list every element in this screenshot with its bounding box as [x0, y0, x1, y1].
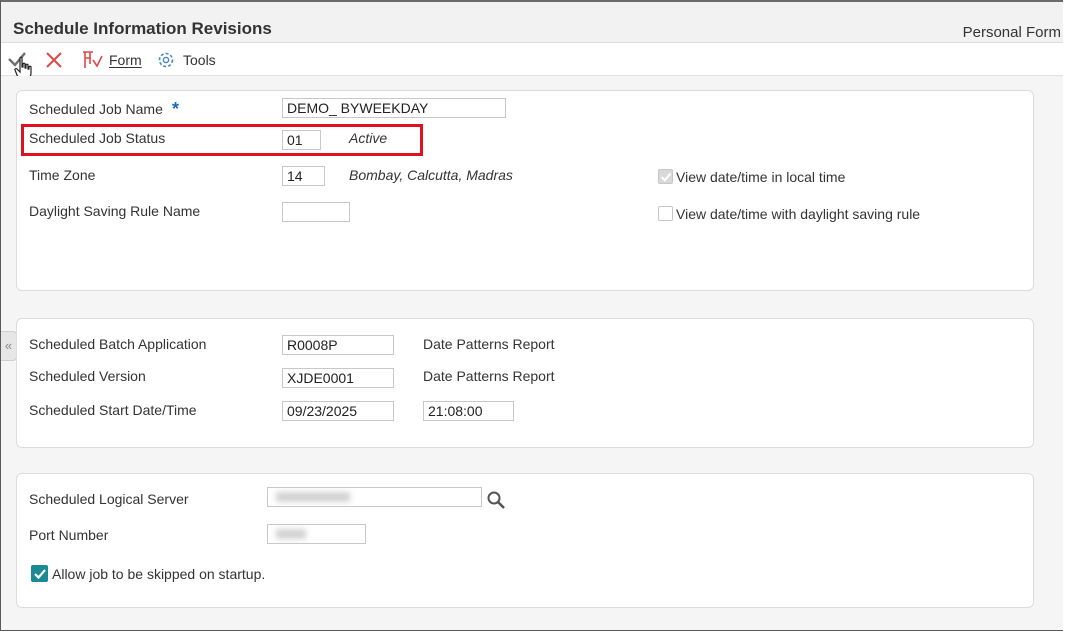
logical-server-input[interactable]	[267, 487, 482, 507]
batch-app-description: Date Patterns Report	[423, 336, 555, 352]
form-icon	[83, 51, 103, 68]
cancel-button[interactable]	[45, 51, 63, 69]
job-info-section	[16, 90, 1034, 291]
tools-menu[interactable]: Tools	[156, 50, 216, 70]
local-time-checkbox[interactable]	[658, 169, 673, 184]
close-icon	[46, 52, 62, 68]
form-menu[interactable]: Form	[81, 50, 142, 70]
local-time-label: View date/time in local time	[676, 169, 846, 185]
skip-on-startup-label: Allow job to be skipped on startup.	[52, 566, 266, 582]
time-zone-description: Bombay, Calcutta, Madras	[349, 167, 513, 183]
start-time-input[interactable]: 21:08:00	[423, 401, 514, 421]
version-input[interactable]: XJDE0001	[282, 368, 394, 388]
batch-app-label: Scheduled Batch Application	[29, 336, 207, 352]
version-label: Scheduled Version	[29, 368, 146, 384]
time-zone-input[interactable]: 14	[282, 166, 325, 186]
search-icon	[487, 491, 505, 509]
dst-rule-input[interactable]	[282, 202, 350, 222]
batch-app-input[interactable]: R0008P	[282, 335, 394, 355]
dst-view-checkbox[interactable]	[658, 206, 673, 221]
job-name-input[interactable]: DEMO_ BYWEEKDAY	[282, 98, 506, 118]
start-datetime-label: Scheduled Start Date/Time	[29, 402, 197, 418]
highlight-box	[21, 124, 423, 156]
required-indicator: *	[172, 99, 180, 119]
redacted-mask	[276, 529, 306, 539]
form-menu-label: Form	[109, 52, 142, 68]
dst-view-label: View date/time with daylight saving rule	[676, 206, 921, 222]
time-zone-label: Time Zone	[29, 167, 96, 183]
check-icon	[660, 172, 672, 182]
toolbar: Form Tools	[1, 43, 1063, 80]
check-icon	[34, 569, 46, 580]
collapse-panel-button[interactable]: «	[1, 331, 17, 361]
job-name-label: Scheduled Job Name	[29, 101, 163, 117]
dst-rule-label: Daylight Saving Rule Name	[29, 203, 201, 219]
tools-menu-label: Tools	[183, 52, 216, 68]
search-button[interactable]	[486, 490, 506, 515]
start-date-input[interactable]: 09/23/2025	[282, 401, 394, 421]
skip-on-startup-checkbox[interactable]	[31, 565, 48, 582]
redacted-mask	[276, 492, 350, 502]
port-number-input[interactable]	[267, 524, 366, 544]
version-description: Date Patterns Report	[423, 368, 555, 384]
gear-icon	[158, 52, 174, 68]
page-title: Schedule Information Revisions	[13, 19, 272, 38]
title-bar: Schedule Information Revisions Personal …	[1, 2, 1063, 43]
logical-server-label: Scheduled Logical Server	[29, 491, 189, 507]
personal-form-menu[interactable]: Personal Form	[963, 24, 1061, 41]
port-number-label: Port Number	[29, 527, 109, 543]
